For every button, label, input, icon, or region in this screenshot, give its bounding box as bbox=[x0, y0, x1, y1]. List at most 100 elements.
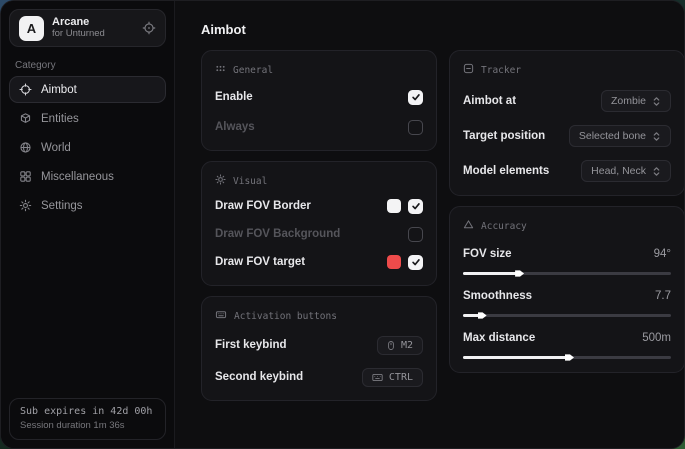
setting-row-first-keybind: First keybind M2 bbox=[215, 335, 423, 355]
fov-target-checkbox[interactable] bbox=[408, 255, 423, 270]
setting-label: Enable bbox=[215, 91, 253, 103]
sidebar-item-label: Entities bbox=[41, 113, 79, 125]
sidebar-item-aimbot[interactable]: Aimbot bbox=[9, 76, 166, 103]
sidebar-item-label: Miscellaneous bbox=[41, 171, 114, 183]
brand-name: Arcane bbox=[52, 16, 105, 29]
setting-label: Smoothness bbox=[463, 290, 532, 302]
page-title: Aimbot bbox=[201, 22, 685, 37]
cube-icon bbox=[19, 112, 32, 125]
crosshair-icon[interactable] bbox=[142, 21, 156, 35]
sidebar-item-label: Settings bbox=[41, 200, 83, 212]
setting-label: First keybind bbox=[215, 339, 287, 351]
setting-row-smoothness: Smoothness 7.7 bbox=[463, 286, 671, 317]
panel-title: Tracker bbox=[481, 65, 521, 76]
setting-row-second-keybind: Second keybind CTRL bbox=[215, 367, 423, 387]
sub-expiry-text: Sub expires in 42d 00h bbox=[20, 406, 155, 417]
gear-icon bbox=[19, 199, 32, 212]
fov-background-checkbox[interactable] bbox=[408, 227, 423, 242]
category-label: Category bbox=[15, 60, 160, 71]
chevrons-up-down-icon bbox=[652, 166, 661, 177]
setting-label: Max distance bbox=[463, 332, 535, 344]
app-window: A Arcane for Unturned Category bbox=[0, 0, 685, 449]
panel-title: General bbox=[233, 65, 273, 76]
sidebar-item-settings[interactable]: Settings bbox=[9, 192, 166, 219]
keyboard-icon bbox=[215, 309, 227, 323]
setting-row-fov-border: Draw FOV Border bbox=[215, 196, 423, 216]
setting-label: Aimbot at bbox=[463, 95, 516, 107]
sidebar-item-entities[interactable]: Entities bbox=[9, 105, 166, 132]
setting-row-fov-target: Draw FOV target bbox=[215, 252, 423, 272]
model-elements-dropdown[interactable]: Head, Neck bbox=[581, 160, 671, 182]
panel-tracker: Tracker Aimbot at Zombie bbox=[449, 50, 685, 196]
chevrons-up-down-icon bbox=[652, 131, 661, 142]
max-distance-slider[interactable] bbox=[463, 356, 671, 359]
dropdown-value: Selected bone bbox=[579, 130, 646, 142]
setting-row-max-distance: Max distance 500m bbox=[463, 328, 671, 359]
enable-checkbox[interactable] bbox=[408, 90, 423, 105]
panel-title: Visual bbox=[233, 176, 267, 187]
left-column: General Enable Always bbox=[201, 50, 437, 401]
triangle-icon bbox=[463, 219, 474, 233]
setting-label: Target position bbox=[463, 130, 545, 142]
always-checkbox[interactable] bbox=[408, 120, 423, 135]
setting-row-target-position: Target position Selected bone bbox=[463, 125, 671, 147]
setting-label: Draw FOV target bbox=[215, 256, 305, 268]
setting-label: Draw FOV Border bbox=[215, 200, 311, 212]
sidebar: A Arcane for Unturned Category bbox=[1, 1, 175, 448]
brand-card: A Arcane for Unturned bbox=[9, 9, 166, 47]
sidebar-nav: Aimbot Entities World bbox=[9, 76, 166, 219]
sidebar-item-world[interactable]: World bbox=[9, 134, 166, 161]
right-column: Tracker Aimbot at Zombie bbox=[449, 50, 685, 401]
chevrons-up-down-icon bbox=[652, 96, 661, 107]
setting-row-aimbot-at: Aimbot at Zombie bbox=[463, 90, 671, 112]
scan-minus-icon bbox=[463, 63, 474, 77]
keyboard-icon bbox=[372, 373, 383, 382]
setting-label: Draw FOV Background bbox=[215, 228, 340, 240]
setting-label: FOV size bbox=[463, 248, 512, 260]
color-swatch[interactable] bbox=[387, 199, 401, 213]
slider-value: 500m bbox=[642, 332, 671, 344]
keybind-value: M2 bbox=[401, 340, 413, 351]
target-position-dropdown[interactable]: Selected bone bbox=[569, 125, 671, 147]
color-swatch[interactable] bbox=[387, 255, 401, 269]
panel-title: Accuracy bbox=[481, 221, 527, 232]
main-content: Aimbot General bbox=[175, 1, 685, 448]
panel-title: Activation buttons bbox=[234, 311, 337, 322]
panel-accuracy: Accuracy FOV size 94° bbox=[449, 206, 685, 373]
setting-label: Model elements bbox=[463, 165, 549, 177]
setting-row-always: Always bbox=[215, 117, 423, 137]
aimbot-at-dropdown[interactable]: Zombie bbox=[601, 90, 671, 112]
fov-border-checkbox[interactable] bbox=[408, 199, 423, 214]
slider-thumb[interactable] bbox=[515, 269, 524, 278]
setting-row-enable: Enable bbox=[215, 87, 423, 107]
slider-value: 94° bbox=[654, 248, 671, 260]
brand-logo: A bbox=[19, 16, 44, 41]
dropdown-value: Zombie bbox=[611, 95, 646, 107]
panel-activation-buttons: Activation buttons First keybind M2 bbox=[201, 296, 437, 401]
panel-visual: Visual Draw FOV Border Draw FOV Backgrou… bbox=[201, 161, 437, 286]
sidebar-item-miscellaneous[interactable]: Miscellaneous bbox=[9, 163, 166, 190]
setting-row-fov-background: Draw FOV Background bbox=[215, 224, 423, 244]
sidebar-item-label: Aimbot bbox=[41, 84, 77, 96]
keybind-value: CTRL bbox=[389, 372, 413, 383]
mouse-icon bbox=[387, 340, 395, 351]
sidebar-item-label: World bbox=[41, 142, 71, 154]
brand-subtitle: for Unturned bbox=[52, 29, 105, 40]
smoothness-slider[interactable] bbox=[463, 314, 671, 317]
setting-row-model-elements: Model elements Head, Neck bbox=[463, 160, 671, 182]
dropdown-value: Head, Neck bbox=[591, 165, 646, 177]
grid-icon bbox=[19, 170, 32, 183]
slider-thumb[interactable] bbox=[565, 353, 574, 362]
fov-size-slider[interactable] bbox=[463, 272, 671, 275]
second-keybind-button[interactable]: CTRL bbox=[362, 368, 423, 387]
session-duration-text: Session duration 1m 36s bbox=[20, 420, 155, 431]
globe-icon bbox=[19, 141, 32, 154]
slider-thumb[interactable] bbox=[478, 311, 487, 320]
setting-row-fov-size: FOV size 94° bbox=[463, 244, 671, 275]
setting-label: Second keybind bbox=[215, 371, 303, 383]
setting-label: Always bbox=[215, 121, 255, 133]
dots-grid-icon bbox=[215, 63, 226, 77]
crosshair-icon bbox=[19, 83, 32, 96]
first-keybind-button[interactable]: M2 bbox=[377, 336, 423, 355]
subscription-status-card: Sub expires in 42d 00h Session duration … bbox=[9, 398, 166, 440]
